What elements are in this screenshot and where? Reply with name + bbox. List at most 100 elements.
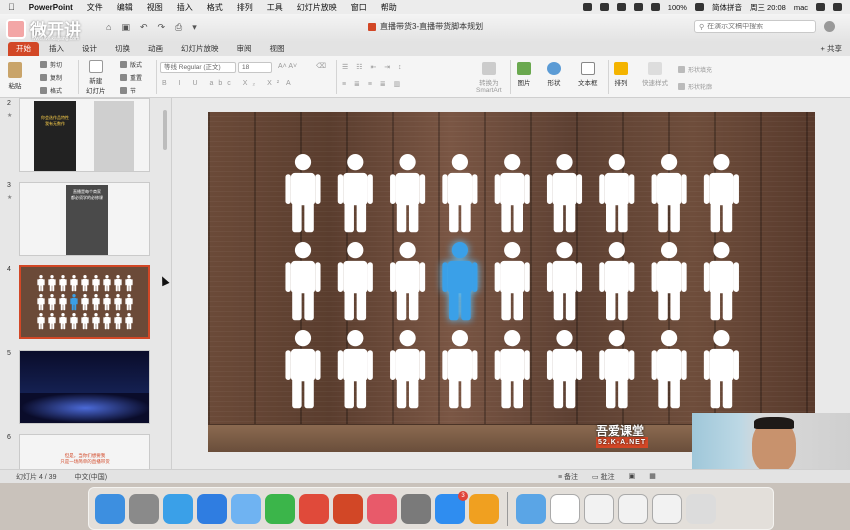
font-color-icon[interactable]: A (286, 80, 291, 87)
textbox-button[interactable]: 文本框 (578, 62, 598, 87)
clear-format-icon[interactable]: ⌫ (316, 62, 326, 70)
redo-icon[interactable]: ↷ (158, 22, 166, 33)
save-icon[interactable]: ▣ (121, 22, 130, 33)
tab-home[interactable]: 开始 (8, 42, 39, 56)
document-title: 直播带货3-直播带货脚本规划 (368, 21, 483, 32)
new-slide-button[interactable]: 新建 幻灯片 (86, 60, 106, 95)
cut-button[interactable]: 剪切 (40, 60, 62, 69)
input-method[interactable]: 简体拼音 (712, 2, 742, 13)
table-icon[interactable] (550, 493, 580, 524)
picture-button[interactable]: 图片 (517, 62, 531, 87)
normal-view-icon[interactable]: ▣ (629, 472, 636, 482)
font-size-select[interactable]: 18 (238, 62, 272, 73)
home-icon[interactable]: ⌂ (106, 22, 111, 33)
font-grow-icon[interactable]: A˄ A˅ (278, 63, 297, 70)
ribbon-tabs: 开始 插入 设计 切换 动画 幻灯片放映 审阅 视图 + 共享 (0, 42, 850, 56)
list-icons[interactable]: ☰ ☷ ⇤ ⇥ ↕ (342, 63, 405, 71)
status-icon[interactable] (582, 3, 592, 11)
slide-thumbnail-4[interactable] (19, 265, 150, 339)
font-name-select[interactable]: 等线 Regular (正文) (160, 62, 236, 73)
user-name[interactable]: mac (794, 3, 808, 12)
bluetooth-icon[interactable] (633, 3, 643, 11)
status-bar-actions: ≡ 备注 ▭ 批注 ▣ ▦ (558, 472, 656, 482)
appstore-icon[interactable]: 3 (435, 490, 468, 524)
wifi-icon[interactable] (650, 3, 660, 11)
tab-transitions[interactable]: 切换 (107, 42, 138, 56)
battery-icon[interactable] (694, 3, 704, 11)
slide-thumbnail-2[interactable]: 你会选作品特性 我有无数作 (19, 98, 150, 172)
account-icon[interactable] (824, 21, 835, 32)
slide-thumbnail-3[interactable]: 直播是每个商家 都必须学的必修课 (19, 182, 150, 256)
clock[interactable]: 周三 20:08 (750, 2, 786, 13)
customize-icon[interactable]: ▾ (192, 22, 197, 33)
menu-file[interactable]: 文件 (87, 2, 103, 13)
copy-button[interactable]: 复制 (40, 73, 62, 82)
language-status[interactable]: 中文(中国) (74, 472, 107, 482)
layout-button[interactable]: 版式 (120, 60, 142, 69)
menu-insert[interactable]: 插入 (177, 2, 193, 13)
slide-thumbnails-pane[interactable]: 2 ★ 你会选作品特性 我有无数作 3 ★ 直播是每个商家 都必须学的必修课 4… (0, 98, 172, 469)
person-icon (546, 154, 583, 233)
search-box[interactable]: ⚲ (694, 20, 816, 33)
powerpoint-icon[interactable] (333, 493, 363, 524)
menu-help[interactable]: 帮助 (381, 2, 397, 13)
align-icons[interactable]: ≡ ≣ ≡ ≣ ▥ (342, 80, 403, 88)
section-button[interactable]: 节 (120, 86, 136, 95)
cloud-icon[interactable] (367, 493, 397, 524)
shape-fill-button[interactable]: 形状填充 (678, 65, 712, 74)
xmind-icon[interactable] (299, 493, 329, 524)
mail-icon[interactable] (231, 493, 261, 524)
print-icon[interactable]: ⎙ (175, 22, 182, 33)
trash-icon[interactable] (686, 493, 716, 524)
convert-smartart-button[interactable]: 转换为 SmartArt (476, 62, 502, 94)
menu-arrange[interactable]: 排列 (237, 2, 253, 13)
music-icon[interactable] (469, 493, 499, 524)
paste-button[interactable]: 粘贴 (8, 62, 22, 90)
settings-icon[interactable] (401, 493, 431, 524)
apple-icon[interactable]:  (8, 2, 15, 12)
slide-thumbnail-6[interactable]: 但是，当你们想要我 只是一场简单的直播带货 (19, 434, 150, 469)
baidu-netdisk-icon[interactable] (197, 493, 227, 524)
format-painter-button[interactable]: 格式 (40, 86, 62, 95)
notes-button[interactable]: ≡ 备注 (558, 472, 578, 482)
sorter-view-icon[interactable]: ▦ (649, 472, 656, 482)
thumbnails-scrollbar[interactable] (163, 110, 167, 150)
menu-tools[interactable]: 工具 (267, 2, 283, 13)
screen2-icon[interactable] (618, 493, 648, 524)
tab-insert[interactable]: 插入 (41, 42, 72, 56)
quick-styles-button[interactable]: 快速样式 (642, 62, 668, 87)
tab-slideshow[interactable]: 幻灯片放映 (173, 42, 227, 56)
undo-icon[interactable]: ↶ (140, 22, 148, 33)
safari-icon[interactable] (163, 493, 193, 524)
share-button[interactable]: + 共享 (821, 43, 842, 54)
tab-review[interactable]: 审阅 (229, 42, 260, 56)
screen3-icon[interactable] (652, 493, 682, 524)
siri-icon[interactable] (816, 3, 825, 11)
menu-list-icon[interactable] (833, 3, 842, 11)
launchpad-icon[interactable] (129, 493, 159, 524)
slide-thumbnail-5[interactable] (19, 350, 150, 424)
menu-edit[interactable]: 编辑 (117, 2, 133, 13)
menu-view[interactable]: 视图 (147, 2, 163, 13)
menu-window[interactable]: 窗口 (351, 2, 367, 13)
menu-slideshow[interactable]: 幻灯片放映 (297, 2, 337, 13)
search-input[interactable] (707, 23, 808, 30)
menu-format[interactable]: 格式 (207, 2, 223, 13)
shape-button[interactable]: 形状 (547, 62, 561, 87)
tab-animations[interactable]: 动画 (140, 42, 171, 56)
tab-view[interactable]: 视图 (262, 42, 293, 56)
finder-icon[interactable] (95, 493, 125, 524)
folder-icon[interactable] (516, 493, 546, 524)
status-icon[interactable] (599, 3, 609, 11)
current-slide[interactable]: 吾爱课堂 52.K-A.NET (208, 112, 815, 452)
shape-outline-button[interactable]: 形状轮廓 (678, 82, 712, 91)
reset-button[interactable]: 重置 (120, 73, 142, 82)
wechat-icon[interactable] (265, 493, 295, 524)
wechat-status-icon[interactable] (616, 3, 626, 11)
arrange-button[interactable]: 排列 (614, 62, 628, 87)
comments-button[interactable]: ▭ 批注 (592, 472, 615, 482)
text-style-icons[interactable]: B I U abc X₂ X² (162, 80, 284, 87)
menu-app-name[interactable]: PowerPoint (29, 3, 73, 12)
screen1-icon[interactable] (584, 493, 614, 524)
tab-design[interactable]: 设计 (74, 42, 105, 56)
